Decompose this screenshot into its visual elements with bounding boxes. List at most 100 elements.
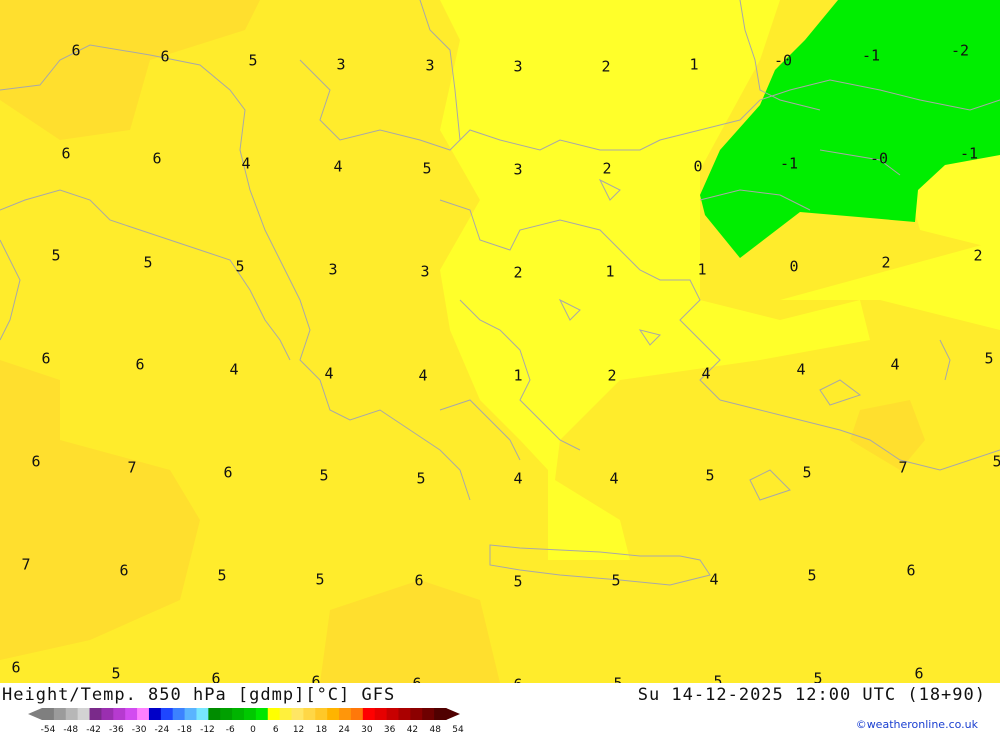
temperature-label: 6: [61, 144, 71, 163]
temperature-label: 6: [31, 452, 41, 471]
legend-swatch: [315, 708, 328, 720]
temperature-label: 6: [211, 669, 221, 683]
legend-tick-label: -18: [177, 725, 193, 735]
temperature-label: 6: [135, 355, 145, 374]
temperature-label: 2: [607, 366, 617, 385]
temperature-label: -1: [861, 46, 881, 65]
legend-swatch: [291, 708, 304, 720]
legend-swatch: [148, 708, 162, 720]
legend-tick-label: 12: [292, 725, 305, 735]
temperature-label: 0: [789, 257, 799, 276]
temperature-label: 5: [813, 669, 823, 683]
legend-tick-label: -48: [63, 725, 79, 735]
legend-swatch: [137, 708, 150, 720]
temperature-label: 3: [513, 57, 523, 76]
legend-swatch: [232, 708, 245, 720]
temperature-label: 6: [311, 672, 321, 683]
legend-swatch: [255, 708, 269, 720]
legend-tick-label: -12: [200, 725, 215, 735]
legend-swatch: [89, 708, 102, 720]
temperature-label: 5: [51, 246, 61, 265]
legend-swatch: [125, 708, 138, 720]
temperature-label: 5: [802, 463, 812, 482]
temperature-label: 5: [248, 51, 258, 70]
temperature-label: 5: [315, 570, 325, 589]
temperature-field: [0, 0, 1000, 683]
legend-tick-label: 24: [338, 725, 350, 735]
temperature-label: 5: [984, 349, 994, 368]
temperature-label: 4: [513, 469, 523, 488]
legend-tick-label: -24: [154, 725, 170, 735]
temperature-label: 5: [611, 571, 621, 590]
color-legend: -54 -48 -42 -36 -30 -24 -18 -12 -6 0 6 12 18 24 30 36 42…: [28, 706, 464, 735]
legend-swatch: [362, 708, 376, 720]
legend-swatch: [220, 708, 233, 720]
temperature-label: 4: [324, 364, 334, 383]
temperature-label: 6: [906, 561, 916, 580]
temperature-label: 6: [11, 658, 21, 677]
temperature-label: 6: [914, 664, 924, 683]
legend-swatch: [327, 708, 340, 720]
temperature-label: 1: [697, 260, 707, 279]
temperature-label: 2: [602, 159, 612, 178]
temperature-label: 2: [513, 263, 523, 282]
temperature-label: 5: [235, 257, 245, 276]
temperature-label: 4: [890, 355, 900, 374]
legend-swatch: [65, 708, 79, 720]
temperature-label: 5: [713, 672, 723, 683]
temperature-label: 3: [425, 56, 435, 75]
temperature-label: 4: [229, 360, 239, 379]
legend-swatch: [184, 708, 197, 720]
temperature-label: 0: [693, 157, 703, 176]
legend-swatch: [386, 708, 399, 720]
legend-swatch: [434, 708, 447, 720]
map-footer: Height/Temp. 850 hPa [gdmp][°C] GFS Su 1…: [0, 683, 1000, 735]
legend-swatch: [77, 708, 91, 720]
temperature-label: 5: [416, 469, 426, 488]
legend-swatch: [160, 708, 174, 720]
temperature-label: 1: [689, 55, 699, 74]
temperature-label: -2: [950, 41, 970, 60]
temperature-label: 6: [41, 349, 51, 368]
legend-swatch: [172, 708, 186, 720]
temperature-label: 4: [333, 157, 343, 176]
legend-swatch: [279, 708, 293, 720]
legend-tick-label: -6: [225, 725, 235, 735]
legend-tick-label: -42: [86, 725, 101, 735]
temperature-label: 5: [807, 566, 817, 585]
legend-swatch: [113, 708, 126, 720]
temperature-label: 1: [605, 262, 615, 281]
temperature-label: 4: [796, 360, 806, 379]
temperature-label: 5: [143, 253, 153, 272]
legend-tick-label: -30: [131, 725, 147, 735]
temperature-label: 5: [992, 452, 1000, 471]
temperature-label: 4: [709, 570, 719, 589]
temperature-label: -0: [773, 51, 793, 70]
temperature-label: 6: [119, 561, 129, 580]
legend-swatch: [422, 708, 435, 720]
temperature-label: 7: [898, 458, 908, 477]
legend-tick-label: 54: [452, 725, 464, 735]
legend-tick-label: 48: [429, 725, 441, 735]
legend-swatch: [42, 708, 55, 720]
temperature-label: 4: [609, 469, 619, 488]
temperature-label: 3: [328, 260, 338, 279]
temperature-label: 6: [414, 571, 424, 590]
temperature-label: 6: [160, 47, 170, 66]
temperature-label: 2: [881, 253, 891, 272]
legend-swatch: [339, 708, 352, 720]
legend-tick-label: 30: [361, 725, 373, 735]
legend-swatch: [303, 708, 316, 720]
map-datetime: Su 14-12-2025 12:00 UTC (18+90): [637, 685, 986, 705]
temperature-label: 5: [422, 159, 432, 178]
temperature-label: 4: [418, 366, 428, 385]
legend-swatch: [196, 708, 209, 720]
credit-link[interactable]: ©weatheronline.co.uk: [856, 718, 978, 731]
temperature-label: 6: [223, 463, 233, 482]
temperature-label: 4: [241, 154, 251, 173]
legend-tick-label: -54: [40, 725, 56, 735]
legend-tick-label: 6: [272, 725, 279, 735]
legend-tick-label: 36: [383, 725, 396, 735]
legend-swatch: [350, 708, 364, 720]
temperature-label: -1: [779, 154, 799, 173]
